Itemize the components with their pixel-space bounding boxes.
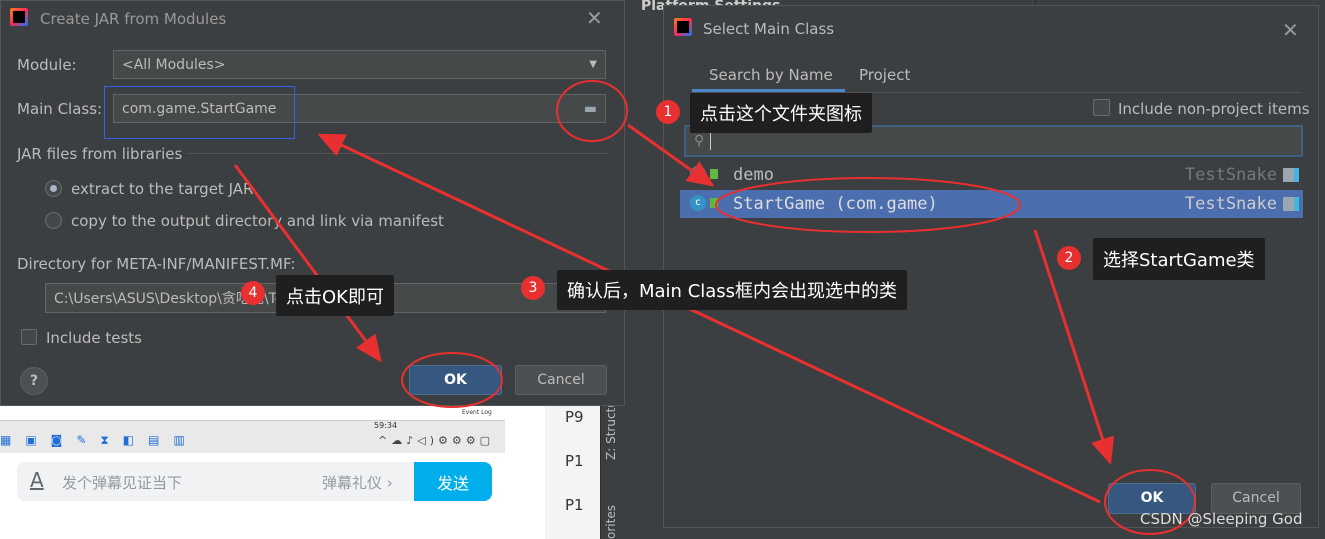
watermark: CSDN @Sleeping God [1140,510,1303,528]
ok-left-circle [401,352,503,408]
annotation-callout: 选择StartGame类 [1093,238,1265,280]
arrow-1 [627,123,715,187]
annotation-number: 2 [1057,246,1081,270]
folder-icon-circle [556,80,628,142]
startgame-circle [715,177,1021,233]
annotation-callout: 确认后，Main Class框内会出现选中的类 [557,270,908,310]
annotation-callout: 点击OK即可 [276,275,394,316]
annotation-number: 4 [241,281,265,305]
annotation-callout: 点击这个文件夹图标 [690,93,872,133]
arrow-4 [233,164,382,363]
annotation-number: 1 [656,100,680,124]
arrow-3 [317,133,1101,504]
annotation-number: 3 [521,276,545,300]
